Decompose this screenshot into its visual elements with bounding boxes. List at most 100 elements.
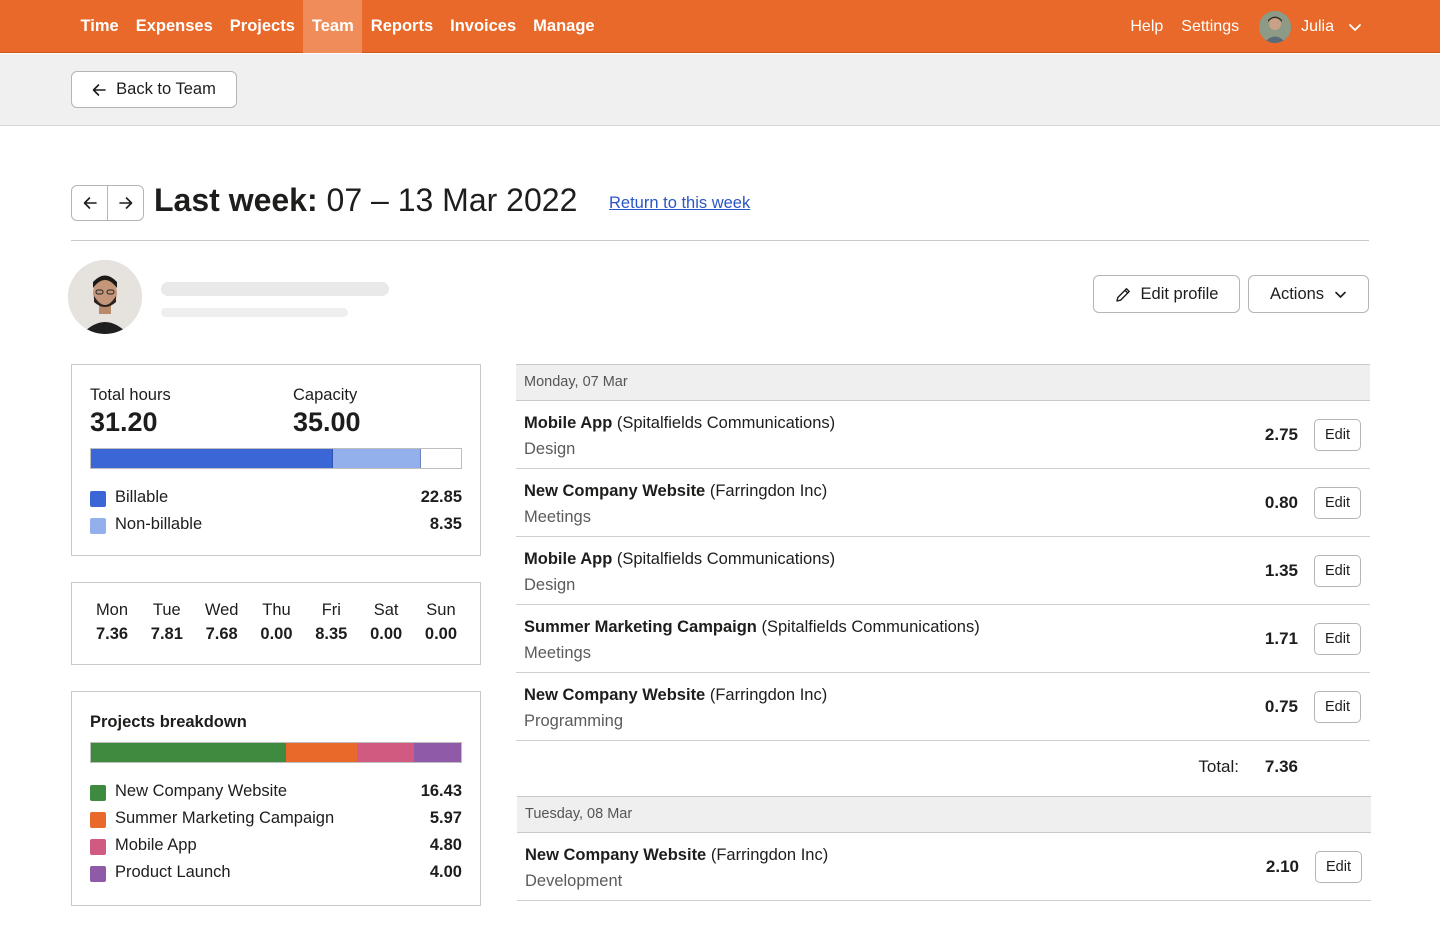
return-to-this-week-link[interactable]: Return to this week [609, 194, 750, 213]
subtitle-placeholder [161, 308, 348, 317]
entry-project: Summer Marketing Campaign [524, 618, 757, 636]
edit-entry-button[interactable]: Edit [1314, 419, 1361, 451]
day-fri: Fri 8.35 [309, 601, 353, 644]
entry-client: (Spitalfields Communications) [612, 550, 836, 568]
time-entry-row: New Company Website (Farringdon Inc) Pro… [516, 673, 1370, 741]
day-sat: Sat 0.00 [364, 601, 408, 644]
settings-link[interactable]: Settings [1181, 18, 1239, 36]
help-link[interactable]: Help [1130, 18, 1163, 36]
arrow-right-icon [118, 197, 132, 209]
projects-bar [90, 742, 462, 763]
billable-value: 22.85 [420, 488, 462, 506]
day-name: Mon [95, 601, 129, 619]
entry-title: Mobile App (Spitalfields Communications) [524, 414, 835, 433]
nav-manage[interactable]: Manage [525, 0, 603, 53]
entry-hours: 0.80 [1264, 493, 1298, 512]
project-swatch [90, 866, 106, 882]
nav-team[interactable]: Team [303, 0, 363, 53]
project-legend-item: Summer Marketing Campaign 5.97 [90, 808, 462, 832]
project-bar-segment [356, 743, 414, 762]
actions-label: Actions [1269, 284, 1325, 303]
entry-title: New Company Website (Farringdon Inc) [524, 482, 827, 501]
actions-dropdown[interactable]: Actions [1248, 275, 1369, 313]
chevron-down-icon [1335, 291, 1346, 298]
edit-entry-button[interactable]: Edit [1315, 851, 1362, 883]
user-name[interactable]: Julia [1301, 18, 1334, 36]
day-total-value: 7.36 [1264, 757, 1298, 776]
main-menu: Time Expenses Projects Team Reports Invo… [72, 0, 603, 53]
day-name: Wed [204, 601, 239, 619]
projects-breakdown-title: Projects breakdown [90, 713, 247, 731]
daily-hours: Mon 7.36 Tue 7.81 Wed 7.68 Thu 0.00 Fri 8.35 … [90, 601, 463, 644]
projects-breakdown-card: Projects breakdown New Company Website 1… [71, 691, 481, 906]
entry-hours: 0.75 [1264, 697, 1298, 716]
billable-legend: Billable 22.85 [90, 487, 462, 511]
name-placeholder [161, 282, 389, 296]
capacity-value: 35.00 [293, 407, 361, 437]
non-billable-legend: Non-billable 8.35 [90, 514, 462, 538]
entry-project: New Company Website [524, 482, 706, 500]
day-sun: Sun 0.00 [419, 601, 463, 644]
entry-project: New Company Website [525, 846, 707, 864]
entry-client: (Farringdon Inc) [705, 686, 828, 704]
day-header-tuesday: Tuesday, 08 Mar [517, 796, 1371, 833]
divider [71, 240, 1369, 241]
entry-title: New Company Website (Farringdon Inc) [525, 846, 828, 865]
edit-entry-button[interactable]: Edit [1314, 555, 1361, 587]
edit-entry-button[interactable]: Edit [1314, 623, 1361, 655]
day-value: 7.81 [150, 625, 183, 643]
chevron-down-icon[interactable] [1348, 20, 1362, 34]
entry-task: Design [524, 440, 576, 458]
day-value: 0.00 [260, 625, 293, 643]
project-hours: 16.43 [420, 782, 462, 800]
project-bar-segment [413, 743, 461, 762]
day-name: Sat [373, 601, 399, 619]
previous-week-button[interactable] [71, 185, 108, 221]
edit-entry-button[interactable]: Edit [1314, 691, 1361, 723]
total-hours-label: Total hours [90, 386, 171, 404]
project-bar-segment [285, 743, 357, 762]
time-entry-row: New Company Website (Farringdon Inc) Dev… [517, 833, 1371, 901]
entry-task: Design [524, 576, 576, 594]
nav-expenses[interactable]: Expenses [127, 0, 221, 53]
time-entry-row: Mobile App (Spitalfields Communications)… [516, 537, 1370, 605]
project-name: Product Launch [115, 863, 231, 881]
user-avatar[interactable] [1259, 10, 1292, 43]
entry-hours: 1.35 [1264, 561, 1298, 580]
total-hours-value: 31.20 [90, 407, 158, 437]
project-legend-item: Product Launch 4.00 [90, 862, 462, 886]
day-tue: Tue 7.81 [145, 601, 189, 644]
day-total-label: Total: [1198, 757, 1239, 776]
project-name: Summer Marketing Campaign [115, 809, 335, 827]
edit-profile-button[interactable]: Edit profile [1093, 275, 1240, 313]
day-name: Thu [262, 601, 291, 619]
nav-invoices[interactable]: Invoices [442, 0, 525, 53]
project-swatch [90, 839, 106, 855]
user-menu: Help Settings Julia [1112, 0, 1362, 53]
week-title-range: 07 – 13 Mar 2022 [326, 182, 578, 218]
day-value: 8.35 [315, 625, 348, 643]
entry-task: Meetings [524, 508, 591, 526]
back-to-team-button[interactable]: Back to Team [71, 71, 237, 108]
entry-client: (Farringdon Inc) [706, 846, 829, 864]
entry-task: Development [525, 872, 623, 890]
nav-time[interactable]: Time [72, 0, 127, 53]
nav-projects[interactable]: Projects [221, 0, 303, 53]
nav-reports[interactable]: Reports [362, 0, 441, 53]
billable-bar-segment [91, 449, 333, 468]
time-entry-row: New Company Website (Farringdon Inc) Mee… [516, 469, 1370, 537]
entry-hours: 2.75 [1264, 425, 1298, 444]
billable-label: Billable [115, 488, 169, 506]
edit-entry-button[interactable]: Edit [1314, 487, 1361, 519]
daily-hours-card: Mon 7.36 Tue 7.81 Wed 7.68 Thu 0.00 Fri 8.35 … [71, 582, 481, 665]
day-header-monday: Monday, 07 Mar [516, 364, 1370, 401]
entry-title: Summer Marketing Campaign (Spitalfields … [524, 618, 980, 637]
time-entry-row: Mobile App (Spitalfields Communications)… [516, 401, 1370, 469]
entry-project: New Company Website [524, 686, 706, 704]
project-legend-item: Mobile App 4.80 [90, 835, 462, 859]
next-week-button[interactable] [107, 185, 144, 221]
non-billable-value: 8.35 [429, 515, 462, 533]
entry-client: (Spitalfields Communications) [756, 618, 980, 636]
day-thu: Thu 0.00 [254, 601, 298, 644]
entry-project: Mobile App [524, 414, 613, 432]
